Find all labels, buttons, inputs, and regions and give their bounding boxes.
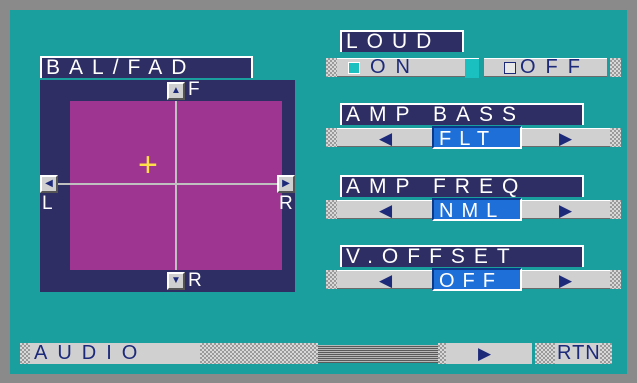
triangle-right-icon: ▶	[559, 129, 573, 148]
fade-rear-button[interactable]: ▼	[167, 272, 185, 290]
bottom-bar-grille	[318, 345, 438, 363]
loud-control-bar: ON OFF	[326, 56, 621, 78]
triangle-left-icon: ◀	[379, 201, 393, 220]
rear-label: R	[188, 270, 202, 291]
amp-bass-value: FLT	[432, 126, 522, 150]
triangle-left-icon: ◀	[379, 271, 393, 290]
v-offset-title: V.OFFSET	[340, 246, 584, 267]
balfad-cursor-icon[interactable]: +	[138, 148, 158, 182]
balance-right-button[interactable]: ▶	[277, 175, 295, 193]
triangle-up-icon: ▲	[171, 85, 181, 96]
return-label: RTN	[557, 342, 601, 364]
v-offset-next-button[interactable]: ▶	[522, 270, 610, 290]
balfad-vertical-axis	[175, 101, 177, 270]
audio-settings-screen: BAL/FAD + ▲ F ▼ R ◀ L ▶ R LOUD ON OFF AM…	[10, 10, 627, 374]
loud-off-option[interactable]: OFF	[484, 56, 607, 78]
triangle-left-icon: ◀	[379, 129, 393, 148]
loud-on-label: ON	[370, 56, 420, 78]
amp-freq-prev-button[interactable]: ◀	[337, 200, 432, 220]
right-label: R	[279, 193, 293, 214]
return-button[interactable]: RTN	[555, 343, 600, 364]
triangle-down-icon: ▼	[171, 275, 181, 286]
loud-title: LOUD	[340, 31, 464, 52]
amp-bass-control-bar: ◀ FLT ▶	[326, 126, 621, 150]
v-offset-value: OFF	[432, 268, 522, 292]
checkbox-unchecked-icon	[504, 62, 516, 74]
balfad-title: BAL/FAD	[40, 57, 253, 78]
audio-source-label: AUDIO	[34, 342, 148, 364]
v-offset-header: V.OFFSET	[340, 245, 584, 267]
triangle-left-icon: ◀	[45, 178, 53, 189]
loud-off-label: OFF	[520, 56, 590, 78]
amp-freq-header: AMP FREQ	[340, 175, 584, 197]
amp-bass-title: AMP BASS	[340, 104, 584, 125]
balfad-panel: + ▲ F ▼ R ◀ L ▶ R	[40, 80, 295, 292]
audio-source-button[interactable]: AUDIO	[30, 343, 200, 364]
amp-bass-prev-button[interactable]: ◀	[337, 128, 432, 148]
v-offset-prev-button[interactable]: ◀	[337, 270, 432, 290]
v-offset-control-bar: ◀ OFF ▶	[326, 268, 621, 292]
triangle-right-icon: ▶	[478, 344, 492, 363]
amp-freq-title: AMP FREQ	[340, 176, 584, 197]
checkbox-checked-icon	[348, 62, 360, 74]
amp-freq-value: NML	[432, 198, 522, 222]
amp-freq-control-bar: ◀ NML ▶	[326, 198, 621, 222]
balfad-header: BAL/FAD	[40, 56, 253, 78]
bottom-next-button[interactable]: ▶	[446, 343, 532, 364]
bottom-bar: AUDIO ▶ RTN	[20, 342, 617, 364]
triangle-right-icon: ▶	[559, 201, 573, 220]
amp-freq-next-button[interactable]: ▶	[522, 200, 610, 220]
triangle-right-icon: ▶	[559, 271, 573, 290]
amp-bass-next-button[interactable]: ▶	[522, 128, 610, 148]
triangle-right-icon: ▶	[282, 178, 290, 189]
left-label: L	[42, 193, 53, 214]
amp-bass-header: AMP BASS	[340, 103, 584, 125]
balance-left-button[interactable]: ◀	[40, 175, 58, 193]
front-label: F	[188, 79, 200, 100]
balfad-horizontal-axis	[52, 183, 283, 185]
loud-header: LOUD	[340, 30, 464, 52]
loud-on-option[interactable]: ON	[337, 56, 479, 78]
fade-front-button[interactable]: ▲	[167, 82, 185, 100]
